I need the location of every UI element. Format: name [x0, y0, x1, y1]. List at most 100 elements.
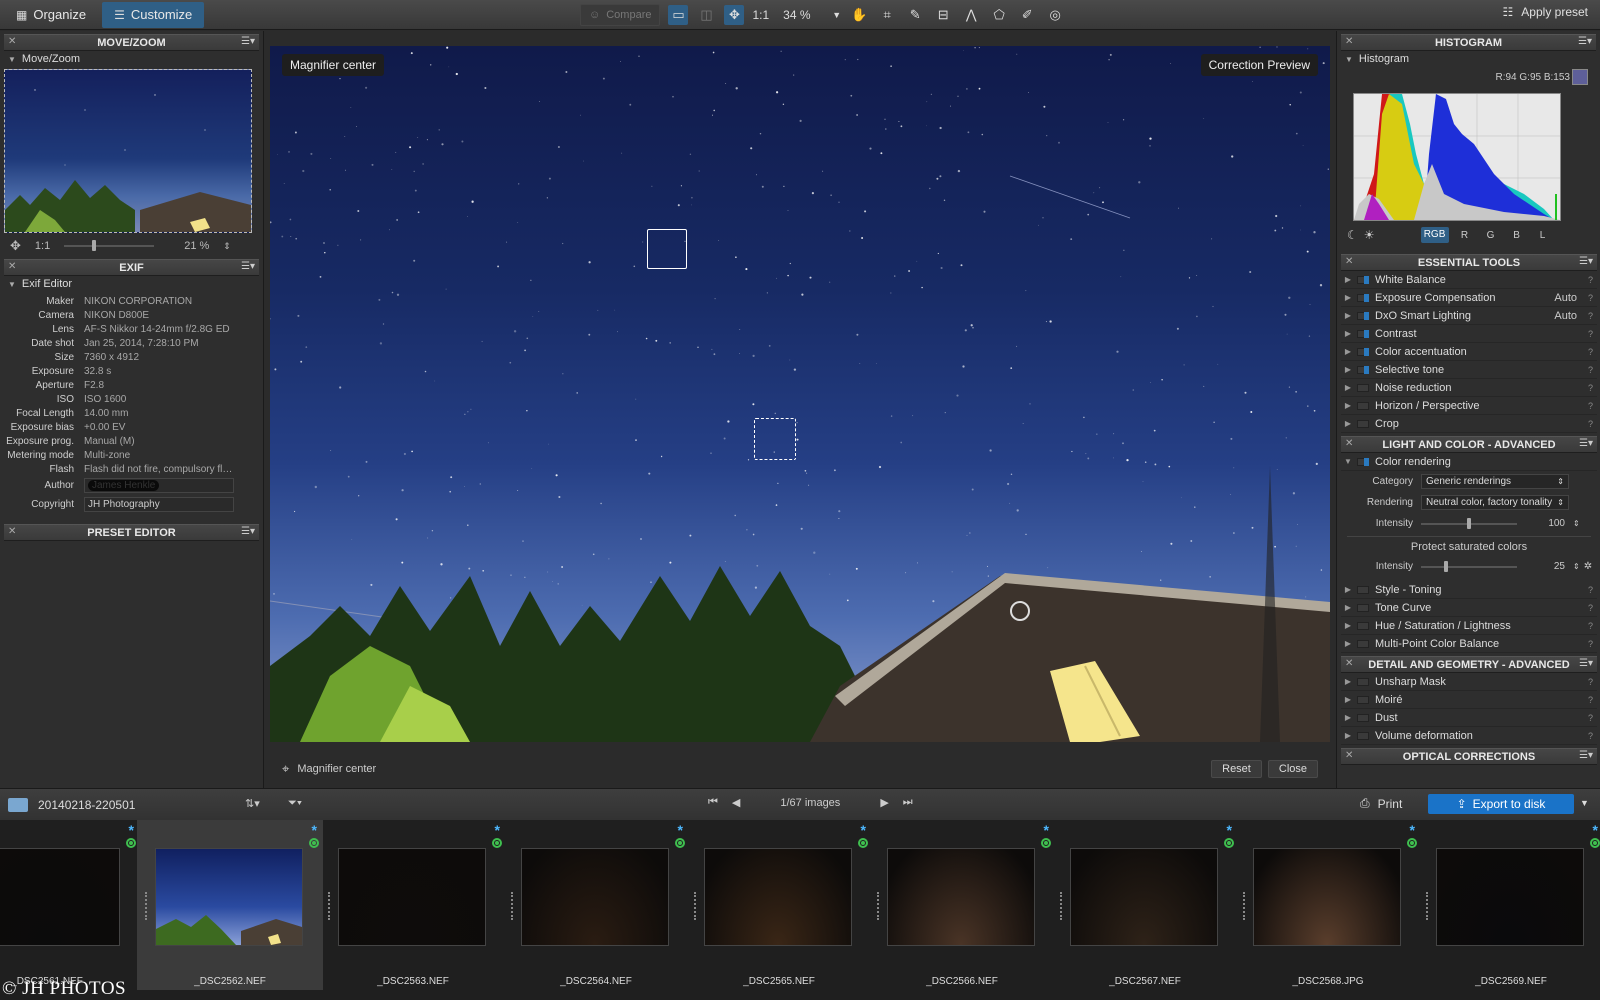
hand-icon[interactable]: ✋ — [849, 5, 869, 25]
film-thumbnail[interactable]: * _DSC2568.JPG — [1235, 820, 1421, 990]
tool-row[interactable]: ▶ Multi-Point Color Balance? — [1341, 635, 1597, 653]
help-icon[interactable]: ? — [1588, 585, 1593, 595]
toggle-switch[interactable] — [1357, 585, 1369, 594]
toggle-switch[interactable] — [1357, 603, 1369, 612]
perspective-icon[interactable]: ⋀ — [961, 5, 981, 25]
tool-row[interactable]: ▶ Selective tone? — [1341, 361, 1597, 379]
stepper-icon[interactable]: ⇕ — [1573, 562, 1580, 571]
toggle-switch[interactable] — [1357, 713, 1369, 722]
apply-preset-button[interactable]: ☷ Apply preset — [1503, 5, 1588, 19]
intensity2-value[interactable]: 25 — [1531, 561, 1565, 572]
drag-handle-icon[interactable] — [694, 892, 696, 920]
magnifier-target[interactable] — [754, 418, 796, 460]
tool-row[interactable]: ▶ Hue / Saturation / Lightness? — [1341, 617, 1597, 635]
polygon-icon[interactable]: ⬠ — [989, 5, 1009, 25]
zoom-select[interactable]: 34 % ▼ — [777, 5, 841, 25]
close-button[interactable]: Close — [1267, 760, 1318, 778]
movezoom-subsection[interactable]: ▼ Move/Zoom — [0, 51, 263, 67]
move-icon[interactable]: ✥ — [724, 5, 745, 25]
tool-row[interactable]: ▶ Crop? — [1341, 415, 1597, 433]
histogram-subsection[interactable]: ▼ Histogram — [1337, 51, 1600, 67]
help-icon[interactable]: ? — [1588, 383, 1593, 393]
reset-button[interactable]: Reset — [1211, 760, 1262, 778]
toggle-switch[interactable] — [1357, 731, 1369, 740]
tool-row[interactable]: ▶ Exposure Compensation Auto? — [1341, 289, 1597, 307]
tab-customize[interactable]: ☰ Customize — [102, 1, 205, 28]
help-icon[interactable]: ? — [1588, 329, 1593, 339]
tool-row[interactable]: ▶ Dust? — [1341, 709, 1597, 727]
preset-editor-header[interactable]: ✕ PRESET EDITOR ☰▾ — [4, 524, 259, 541]
tool-row[interactable]: ▶ Moiré? — [1341, 691, 1597, 709]
moon-icon[interactable]: ☾ — [1347, 228, 1358, 242]
tab-organize[interactable]: ▦ Organize — [4, 2, 98, 28]
category-select[interactable]: Generic renderings ⇕ — [1421, 474, 1569, 489]
compare-button[interactable]: ☺ Compare — [580, 4, 661, 26]
slider-handle[interactable] — [1467, 517, 1471, 529]
menu-icon[interactable]: ☰▾ — [1579, 256, 1593, 267]
folder-icon[interactable] — [8, 797, 28, 812]
navigator-zoom-slider[interactable] — [64, 240, 155, 251]
help-icon[interactable]: ? — [1588, 275, 1593, 285]
menu-icon[interactable]: ☰▾ — [1579, 658, 1593, 669]
channel-l[interactable]: L — [1533, 230, 1553, 241]
help-icon[interactable]: ? — [1588, 311, 1593, 321]
optical-corrections-header[interactable]: ✕ OPTICAL CORRECTIONS ☰▾ — [1341, 748, 1597, 765]
print-button[interactable]: ⎙ Print — [1360, 796, 1402, 811]
close-icon[interactable]: ✕ — [8, 36, 16, 47]
sun-icon[interactable]: ☀ — [1364, 228, 1375, 242]
copyright-field[interactable]: JH Photography — [84, 497, 234, 512]
magic-wand-icon[interactable]: ✲ — [1584, 561, 1592, 572]
toggle-switch[interactable] — [1357, 275, 1369, 284]
close-icon[interactable]: ✕ — [1345, 36, 1353, 47]
tool-row[interactable]: ▶ Contrast? — [1341, 325, 1597, 343]
help-icon[interactable]: ? — [1588, 621, 1593, 631]
help-icon[interactable]: ? — [1588, 713, 1593, 723]
tool-row[interactable]: ▶ Tone Curve? — [1341, 599, 1597, 617]
tool-row[interactable]: ▶ DxO Smart Lighting Auto? — [1341, 307, 1597, 325]
tool-row[interactable]: ▶ Noise reduction? — [1341, 379, 1597, 397]
ratio-label[interactable]: 1:1 — [752, 8, 769, 22]
target-icon[interactable]: ◎ — [1045, 5, 1065, 25]
film-thumbnail[interactable]: * _DSC2564.NEF — [503, 820, 689, 990]
navigator-ratio[interactable]: 1:1 — [35, 240, 50, 252]
close-icon[interactable]: ✕ — [1345, 750, 1353, 761]
menu-icon[interactable]: ☰▾ — [241, 36, 255, 47]
stepper-icon[interactable]: ⇕ — [223, 241, 231, 252]
brush-icon[interactable]: ✐ — [1017, 5, 1037, 25]
help-icon[interactable]: ? — [1588, 677, 1593, 687]
drag-handle-icon[interactable] — [1426, 892, 1428, 920]
drag-handle-icon[interactable] — [1060, 892, 1062, 920]
crosshair-icon[interactable]: ⌖ — [282, 761, 289, 777]
toggle-switch[interactable] — [1357, 695, 1369, 704]
film-thumbnail[interactable]: * _DSC2561.NEF — [0, 820, 140, 990]
film-thumbnail[interactable]: * _DSC2563.NEF — [320, 820, 506, 990]
help-icon[interactable]: ? — [1588, 419, 1593, 429]
film-thumbnail[interactable]: * _DSC2569.NEF — [1418, 820, 1600, 990]
menu-icon[interactable]: ☰▾ — [241, 526, 255, 537]
toggle-switch[interactable] — [1357, 419, 1369, 428]
intensity-slider[interactable] — [1421, 517, 1517, 529]
next-icon[interactable]: ▶ — [880, 796, 888, 809]
toggle-switch[interactable] — [1357, 329, 1369, 338]
close-icon[interactable]: ✕ — [1345, 438, 1353, 449]
author-field[interactable]: James Henkle — [84, 478, 234, 493]
horizon-icon[interactable]: ⊟ — [933, 5, 953, 25]
film-thumbnail[interactable]: * _DSC2565.NEF — [686, 820, 872, 990]
tool-row[interactable]: ▶ White Balance? — [1341, 271, 1597, 289]
toggle-switch[interactable] — [1357, 365, 1369, 374]
help-icon[interactable]: ? — [1588, 293, 1593, 303]
toggle-switch[interactable] — [1357, 401, 1369, 410]
close-icon[interactable]: ✕ — [8, 261, 16, 272]
rendering-select[interactable]: Neutral color, factory tonality ⇕ — [1421, 495, 1569, 510]
eyedropper-icon[interactable]: ✎ — [905, 5, 925, 25]
toggle-switch[interactable] — [1357, 347, 1369, 356]
toggle-switch[interactable] — [1357, 293, 1369, 302]
channel-r[interactable]: R — [1455, 230, 1475, 241]
toggle-switch[interactable] — [1357, 621, 1369, 630]
navigator-preview[interactable] — [4, 69, 252, 233]
film-thumbnail[interactable]: * _DSC2562.NEF — [137, 820, 323, 990]
toggle-switch[interactable] — [1357, 311, 1369, 320]
help-icon[interactable]: ? — [1588, 365, 1593, 375]
menu-icon[interactable]: ☰▾ — [1579, 750, 1593, 761]
single-view-icon[interactable]: ▭ — [668, 5, 689, 25]
